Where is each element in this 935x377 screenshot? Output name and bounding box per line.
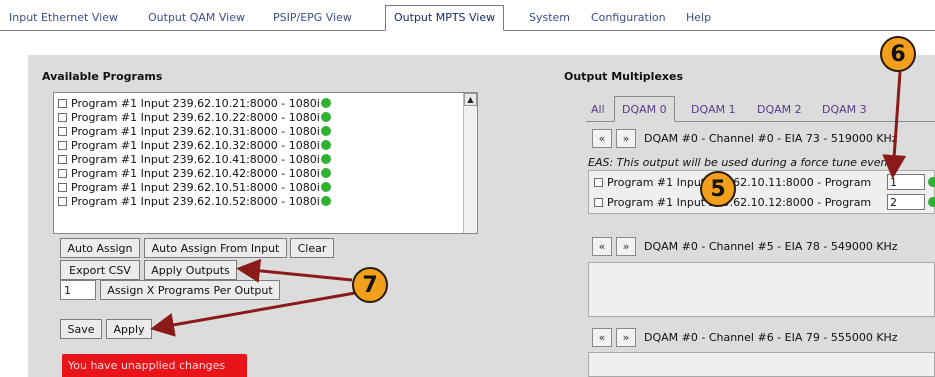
annotation-arrows xyxy=(150,71,907,337)
callout-6-marker: 6 xyxy=(880,36,916,72)
callout-7-marker: 7 xyxy=(352,267,388,303)
arrow-7-to-apply xyxy=(150,291,356,337)
arrow-6-to-program-number xyxy=(882,71,907,179)
arrow-7-to-apply-outputs xyxy=(236,258,353,283)
callout-5-marker: 5 xyxy=(700,171,736,207)
